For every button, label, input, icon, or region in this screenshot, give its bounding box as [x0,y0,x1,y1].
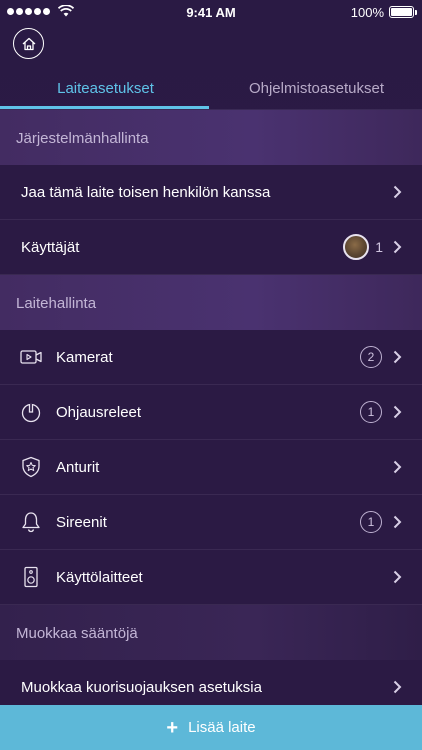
section-header-system: Järjestelmänhallinta [0,110,422,165]
chevron-right-icon [393,185,402,199]
sirens-count-badge: 1 [360,511,382,533]
settings-tabs: Laiteasetukset Ohjelmistoasetukset [0,66,422,110]
chevron-right-icon [393,680,402,694]
terminals-row[interactable]: Käyttölaitteet [0,550,422,605]
power-icon [21,403,41,423]
users-count: 1 [375,239,383,255]
status-bar: 9:41 AM 100% [0,0,422,24]
chevron-right-icon [393,515,402,529]
tab-software-settings[interactable]: Ohjelmistoasetukset [211,66,422,110]
speaker-icon [24,566,38,588]
camera-icon [20,350,42,364]
sirens-label: Sireenit [56,513,107,531]
settings-list: Järjestelmänhallinta Jaa tämä laite tois… [0,110,422,715]
cameras-label: Kamerat [56,348,113,366]
chevron-right-icon [393,405,402,419]
share-device-row[interactable]: Jaa tämä laite toisen henkilön kanssa [0,165,422,220]
cameras-count-badge: 2 [360,346,382,368]
relays-count-badge: 1 [360,401,382,423]
cameras-row[interactable]: Kamerat 2 [0,330,422,385]
section-header-devices: Laitehallinta [0,275,422,330]
add-device-label: Lisää laite [188,719,256,736]
relays-row[interactable]: Ohjausreleet 1 [0,385,422,440]
relays-label: Ohjausreleet [56,403,142,421]
sirens-row[interactable]: Sireenit 1 [0,495,422,550]
chevron-right-icon [393,570,402,584]
users-label: Käyttäjät [21,238,80,256]
avatar [343,234,369,260]
chevron-right-icon [393,350,402,364]
shield-star-icon [22,456,40,478]
users-row[interactable]: Käyttäjät 1 [0,220,422,275]
sensors-label: Anturit [56,458,100,476]
shell-protection-label: Muokkaa kuorisuojauksen asetuksia [21,679,262,696]
tab-device-settings[interactable]: Laiteasetukset [0,66,211,110]
home-button[interactable] [13,28,44,59]
sensors-row[interactable]: Anturit [0,440,422,495]
battery-icon [389,6,417,18]
share-device-label: Jaa tämä laite toisen henkilön kanssa [21,183,271,201]
battery-percentage: 100% [350,5,384,20]
add-device-button[interactable]: + Lisää laite [0,705,422,750]
chevron-right-icon [393,460,402,474]
bell-icon [22,512,40,533]
home-icon [22,37,35,50]
terminals-label: Käyttölaitteet [56,568,143,586]
section-header-rules: Muokkaa sääntöjä [0,605,422,660]
plus-icon: + [166,716,179,739]
chevron-right-icon [393,240,402,254]
